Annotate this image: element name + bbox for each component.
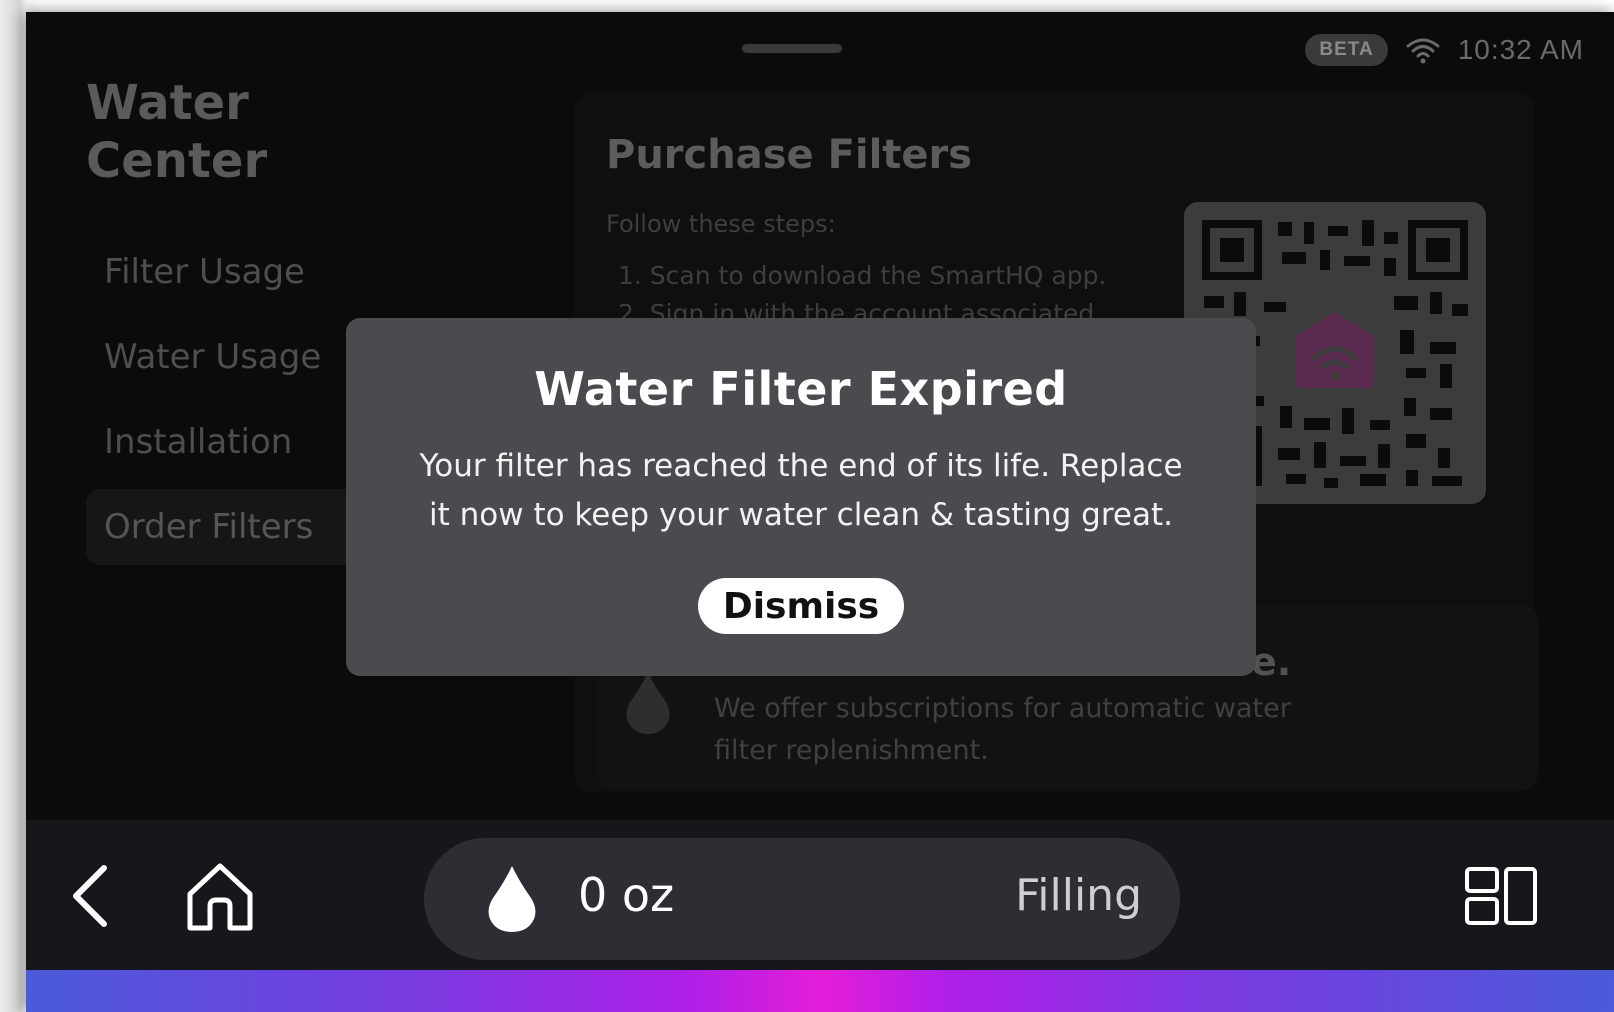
apps-grid-icon[interactable]	[1464, 866, 1538, 926]
water-drop-icon	[488, 866, 536, 932]
screen: BETA 10:32 AM Water Center Filter Usage …	[26, 12, 1614, 1012]
home-icon[interactable]	[182, 860, 258, 934]
sidebar-item-filter-usage[interactable]: Filter Usage	[86, 234, 406, 310]
dialog-message-line1: Your filter has reached the end of its l…	[419, 448, 1183, 484]
clock: 10:32 AM	[1457, 34, 1584, 65]
step-item: 1. Scan to download the SmartHQ app.	[618, 261, 1107, 290]
page-title-line2: Center	[86, 133, 268, 189]
wifi-icon	[1406, 38, 1440, 64]
drag-handle[interactable]	[742, 44, 842, 53]
dialog-message-line2: it now to keep your water clean & tastin…	[429, 497, 1173, 533]
page-title-line1: Water	[86, 75, 249, 131]
dispensed-amount: 0 oz	[578, 868, 675, 922]
subscription-text: We offer subscriptions for automatic wat…	[714, 693, 1291, 766]
beta-badge: BETA	[1305, 34, 1388, 66]
dismiss-button[interactable]: Dismiss	[698, 578, 904, 634]
card-title: Purchase Filters	[606, 132, 973, 178]
water-drop-icon	[626, 672, 670, 734]
back-icon[interactable]	[64, 860, 120, 932]
steps-lead: Follow these steps:	[606, 210, 836, 238]
dialog-title: Water Filter Expired	[534, 362, 1068, 416]
dialog-message: Your filter has reached the end of its l…	[386, 442, 1216, 540]
device-frame: BETA 10:32 AM Water Center Filter Usage …	[0, 0, 1614, 1012]
subscription-heading-tail: e.	[1251, 640, 1292, 684]
bottom-bar: 0 oz Filling	[26, 820, 1614, 970]
dispenser-status-pill[interactable]: 0 oz Filling	[424, 838, 1180, 960]
dispenser-status: Filling	[1015, 870, 1142, 921]
status-bar: BETA 10:32 AM	[1305, 32, 1584, 68]
accent-gradient-strip	[26, 970, 1614, 1012]
page-title: Water Center	[86, 74, 386, 190]
filter-expired-dialog: Water Filter Expired Your filter has rea…	[346, 318, 1256, 676]
